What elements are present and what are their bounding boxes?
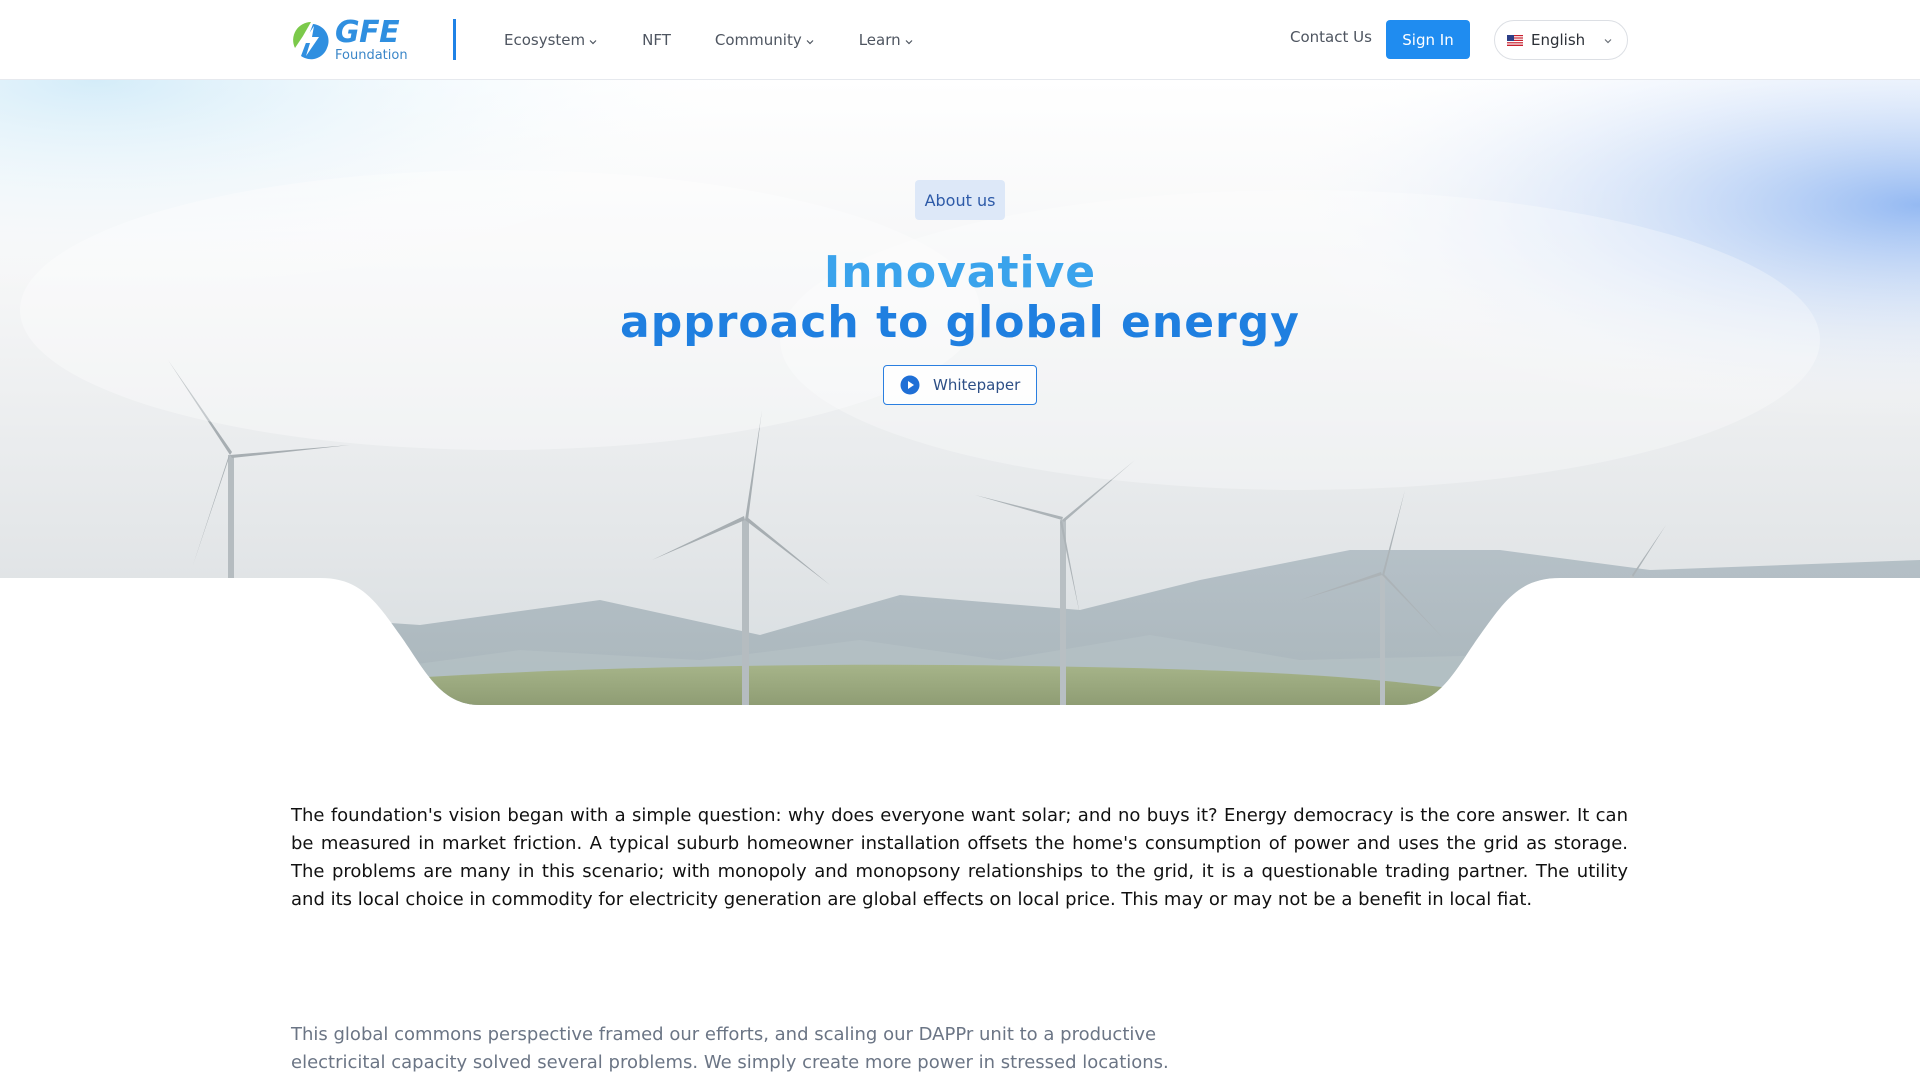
hero-section: About us Innovative approach to global e…	[0, 80, 1920, 705]
nav-item-label: Learn	[858, 31, 901, 49]
nav-item-nft[interactable]: NFT	[642, 31, 671, 49]
language-label: English	[1531, 31, 1586, 49]
logo-title: GFE	[335, 15, 400, 50]
chevron-down-icon	[589, 39, 597, 44]
about-us-badge: About us	[915, 180, 1005, 220]
nav-item-label: NFT	[642, 31, 671, 49]
commons-paragraph: This global commons perspective framed o…	[291, 1024, 1169, 1073]
main-nav: Ecosystem NFT Community Learn	[504, 0, 958, 80]
whitepaper-label: Whitepaper	[933, 376, 1021, 394]
nav-item-ecosystem[interactable]: Ecosystem	[504, 31, 598, 49]
logo-subtitle: Foundation	[335, 48, 408, 63]
site-header: GFE Foundation Ecosystem NFT Community L…	[0, 0, 1920, 80]
chevron-down-icon	[905, 39, 913, 44]
whitepaper-button[interactable]: Whitepaper	[883, 365, 1037, 405]
hero-title-line2: approach to global energy	[620, 297, 1300, 348]
contact-us-link[interactable]: Contact Us	[1290, 28, 1372, 46]
nav-item-label: Community	[714, 31, 802, 49]
gfe-logo[interactable]: GFE Foundation	[291, 15, 417, 63]
nav-item-community[interactable]: Community	[715, 31, 815, 49]
sign-in-button[interactable]: Sign In	[1386, 20, 1470, 59]
hero-title-line1: Innovative	[823, 247, 1097, 298]
nav-item-learn[interactable]: Learn	[859, 31, 914, 49]
us-flag-icon	[1507, 34, 1523, 46]
chevron-down-icon	[1604, 39, 1612, 44]
vision-paragraph: The foundation's vision began with a sim…	[291, 805, 1628, 910]
language-select[interactable]: English	[1494, 20, 1628, 60]
logo-divider	[453, 19, 456, 60]
chevron-down-icon	[806, 39, 814, 44]
play-icon	[900, 375, 920, 395]
nav-item-label: Ecosystem	[504, 31, 586, 49]
hero-title: Innovative approach to global energy	[0, 248, 1920, 348]
lightning-logo-icon	[293, 22, 329, 60]
